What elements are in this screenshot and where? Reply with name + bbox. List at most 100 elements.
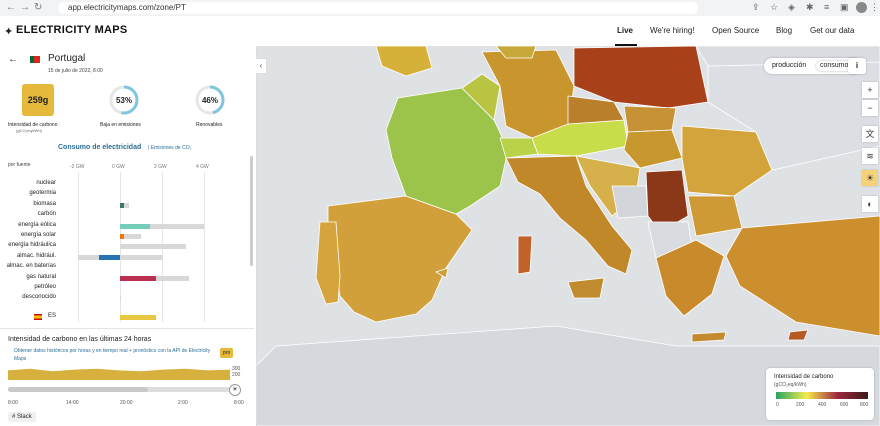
menu-kebab-icon[interactable]: ⋮ — [870, 2, 879, 13]
nav-link-hiring[interactable]: We're hiring! — [650, 26, 695, 35]
zoom-out-icon[interactable]: − — [862, 100, 878, 116]
share-icon[interactable]: ⇪ — [752, 2, 760, 13]
renewable-value: 46% — [201, 96, 218, 105]
api-link[interactable]: Obtener datos históricos por horas y en … — [14, 347, 214, 363]
nav-link-open-source[interactable]: Open Source — [712, 26, 759, 35]
low-carbon-label: Baja en emisiones — [100, 122, 141, 128]
carbon-intensity-legend: Intensidad de carbono (gCO₂eq/kWh) 0 200… — [766, 368, 874, 420]
nav-link-live[interactable]: Live — [617, 26, 633, 35]
history-area-chart[interactable] — [8, 368, 230, 380]
zone-details-panel: ← Portugal 15 de julio de 2022, 8:00 259… — [0, 46, 257, 426]
renewable-label: Renovables — [196, 122, 223, 128]
import-label: ES — [47, 312, 56, 319]
source-capacity-bar[interactable] — [120, 296, 122, 302]
source-label: almac. hidrául. — [16, 252, 56, 259]
legend-tick: 200 — [796, 402, 805, 408]
chart-gridline — [204, 172, 205, 322]
source-value-bar[interactable] — [99, 254, 120, 260]
time-tick: 2:00 — [178, 400, 188, 406]
source-value-bar[interactable] — [120, 223, 151, 229]
time-tick: 8:00 — [8, 400, 18, 406]
legend-tick: 600 — [840, 402, 849, 408]
source-label: carbón — [37, 211, 56, 218]
slack-icon: # — [12, 414, 16, 420]
consumption-chart: -2 GW 0 GW 2 GW 4 GW nuclear geotermia biomasa… — [0, 156, 250, 326]
map-country-crete — [691, 331, 727, 343]
shield-icon[interactable]: ◈ — [788, 2, 795, 13]
solar-layer-icon[interactable]: ☀ — [862, 170, 878, 186]
profile-avatar[interactable] — [856, 2, 867, 13]
legend-unit: (gCO₂eq/kWh) — [774, 382, 807, 388]
dark-mode-icon[interactable]: ◐ — [862, 196, 878, 212]
map-country-bulgaria — [687, 195, 743, 237]
emissions-link[interactable]: | Emisiones de CO₂ — [148, 145, 192, 151]
source-label: geotermia — [29, 190, 56, 197]
source-label: energía solar — [20, 232, 56, 238]
map-country-slovakia — [623, 105, 677, 133]
legend-gradient — [776, 392, 868, 399]
nav-link-get-data[interactable]: Get our data — [810, 26, 854, 35]
nav-link-blog[interactable]: Blog — [776, 26, 792, 35]
source-label: energía hidráulica — [8, 242, 56, 249]
slack-button[interactable]: # Slack — [8, 412, 36, 422]
low-carbon-value: 53% — [115, 96, 132, 105]
source-label: almac. en baterías — [6, 263, 56, 270]
consumption-title[interactable]: Consumo de electricidad — [58, 144, 141, 151]
source-value-bar[interactable] — [120, 234, 124, 239]
electricity-maps-logo-icon: ✦ — [4, 26, 14, 38]
map-country-sardinia — [517, 235, 533, 275]
source-capacity-bar[interactable] — [78, 254, 162, 260]
pro-badge[interactable]: pro — [220, 348, 234, 358]
reload-icon[interactable]: ↻ — [34, 2, 42, 13]
history-y-tick: 200 — [232, 372, 241, 378]
top-navigation: ✦ ELECTRICITY MAPS Live We're hiring! Op… — [0, 16, 880, 47]
slack-label: Slack — [17, 414, 32, 420]
back-arrow-icon[interactable]: ← — [6, 2, 16, 13]
map-country-turkey — [725, 215, 880, 337]
source-value-bar[interactable] — [120, 202, 125, 208]
portugal-flag-icon — [30, 56, 40, 63]
legend-tick: 800 — [860, 402, 869, 408]
legend-title: Intensidad de carbono — [774, 374, 834, 380]
source-label: petróleo — [34, 284, 56, 290]
carbon-intensity-value: 259g — [22, 84, 54, 116]
sidebar-scrollbar[interactable] — [250, 156, 253, 266]
zoom-in-icon[interactable]: + — [862, 82, 878, 98]
bookmark-star-icon[interactable]: ☆ — [770, 2, 778, 13]
source-value-bar[interactable] — [120, 275, 156, 281]
extensions-icon[interactable]: ✱ — [806, 2, 814, 13]
reading-list-icon[interactable]: ≡ — [824, 2, 829, 12]
source-label: desconocido — [22, 294, 56, 301]
time-tick: 20:00 — [120, 400, 133, 406]
map-country-hungary — [623, 129, 683, 169]
back-arrow-icon[interactable]: ← — [8, 54, 18, 65]
chart-axis-tick: -2 GW — [70, 164, 85, 170]
map-country-uk — [375, 46, 433, 77]
source-capacity-bar[interactable] — [120, 244, 187, 250]
legend-tick: 400 — [818, 402, 827, 408]
source-label: biomasa — [33, 200, 56, 207]
map-country-portugal — [315, 221, 341, 305]
time-tick: 14:00 — [66, 400, 79, 406]
time-slider-handle[interactable]: ☀ — [229, 384, 241, 396]
history-title: Intensidad de carbono en las últimas 24 … — [8, 336, 152, 343]
collapse-panel-button[interactable]: ‹ — [256, 58, 267, 74]
logo-text[interactable]: ELECTRICITY MAPS — [16, 24, 128, 36]
address-bar[interactable]: app.electricitymaps.com/zone/PT — [58, 2, 698, 14]
forward-arrow-icon[interactable]: → — [20, 2, 30, 13]
carbon-intensity-unit: (gCO₂eq/kWh) — [16, 128, 43, 133]
browser-bar: ← → ↻ app.electricitymaps.com/zone/PT ⇪ … — [0, 0, 880, 17]
wind-layer-icon[interactable]: ≋ — [862, 148, 878, 164]
time-slider-fill — [8, 387, 148, 392]
language-icon[interactable]: 文 — [862, 126, 878, 142]
import-bar[interactable] — [120, 314, 156, 320]
sidepanel-icon[interactable]: ▣ — [840, 2, 849, 13]
chart-axis-tick: 0 GW — [112, 164, 125, 170]
divider — [0, 328, 254, 329]
map-country-switzerland — [499, 137, 539, 159]
toggle-production[interactable]: producción — [768, 61, 810, 71]
info-icon[interactable]: i — [848, 58, 866, 74]
map-country-sicily — [567, 277, 605, 299]
toggle-consumption[interactable]: consumo — [816, 61, 853, 71]
chart-axis-tick: 4 GW — [196, 164, 209, 170]
